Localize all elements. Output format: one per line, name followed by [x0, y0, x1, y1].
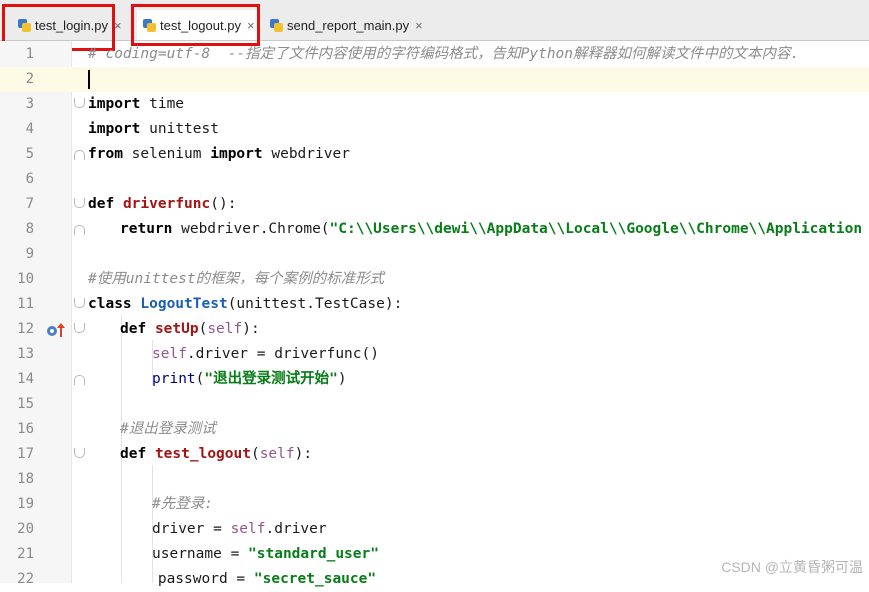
python-file-icon [270, 18, 283, 33]
code-line-20: driver = self.driver [152, 521, 327, 537]
text-caret [88, 70, 90, 89]
code-line-3: import time [88, 96, 185, 112]
annotation-box-logout [131, 4, 260, 46]
line-number: 21 [17, 546, 34, 562]
line-number: 7 [25, 196, 34, 212]
code-line-16: #退出登录测试 [120, 421, 216, 437]
code-line-4: import unittest [88, 121, 219, 137]
line-number: 22 [17, 571, 34, 587]
line-number: 9 [25, 246, 34, 262]
line-number: 15 [17, 396, 34, 412]
line-number: 5 [25, 146, 34, 162]
line-number: 13 [17, 346, 34, 362]
override-method-icon[interactable] [46, 322, 66, 338]
code-line-14: print("退出登录测试开始") [152, 371, 347, 387]
line-number: 19 [17, 496, 34, 512]
code-line-7: def driverfunc(): [88, 196, 237, 212]
code-line-5: from selenium import webdriver [88, 146, 350, 162]
code-line-11: class LogoutTest(unittest.TestCase): [88, 296, 403, 312]
code-line-17: def test_logout(self): [120, 446, 313, 462]
line-number: 16 [17, 421, 34, 437]
line-number: 4 [25, 121, 34, 137]
code-line-13: self.driver = driverfunc() [152, 346, 379, 362]
close-icon[interactable]: × [114, 18, 122, 33]
fold-icon[interactable] [74, 98, 85, 109]
code-line-8: return webdriver.Chrome("C:\\Users\\dewi… [120, 221, 863, 237]
line-number: 14 [17, 371, 34, 387]
tab-send-report-main[interactable]: send_report_main.py × [270, 10, 440, 40]
line-number: 1 [25, 46, 34, 62]
fold-icon[interactable] [74, 298, 85, 309]
line-number: 6 [25, 171, 34, 187]
tab-label: send_report_main.py [287, 17, 410, 33]
line-number: 8 [25, 221, 34, 237]
code-line-19: #先登录: [152, 496, 213, 512]
line-number: 10 [17, 271, 34, 287]
current-line-highlight [0, 67, 869, 92]
fold-icon[interactable] [74, 223, 85, 235]
line-number: 11 [17, 296, 34, 312]
code-line-22: password = "secret_sauce" [88, 571, 377, 587]
code-line-10: #使用unittest的框架，每个案例的标准形式 [88, 271, 385, 287]
fold-icon[interactable] [74, 373, 85, 385]
code-line-12: def setUp(self): [120, 321, 260, 337]
close-icon[interactable]: × [415, 18, 423, 33]
line-number: 2 [25, 71, 34, 87]
fold-icon[interactable] [74, 448, 85, 459]
watermark: CSDN @立黄昏粥可温 [721, 559, 863, 575]
code-line-1: # coding=utf-8 --指定了文件内容使用的字符编码格式，告知Pyth… [88, 46, 800, 62]
fold-icon[interactable] [74, 323, 85, 334]
code-line-21: username = "standard_user" [152, 546, 379, 562]
fold-icon[interactable] [74, 148, 85, 160]
line-number: 20 [17, 521, 34, 537]
line-number: 18 [17, 471, 34, 487]
line-number: 12 [17, 321, 34, 337]
line-number: 3 [25, 96, 34, 112]
fold-icon[interactable] [74, 198, 85, 209]
line-number: 17 [17, 446, 34, 462]
